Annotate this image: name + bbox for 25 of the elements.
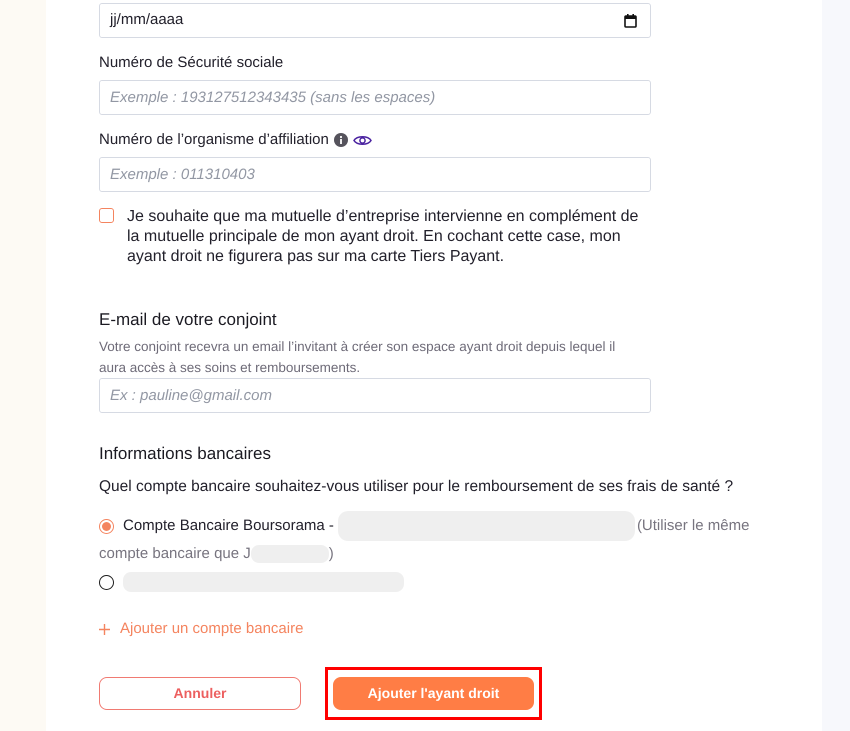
input-field[interactable]: Exemple : 011310403	[99, 157, 651, 192]
checkbox[interactable]	[99, 208, 114, 223]
field-label: Numéro de Sécurité sociale	[99, 53, 284, 73]
field-label: Numéro de l’organisme d’affiliation	[99, 130, 329, 150]
date-field[interactable]: jj/mm/aaaa	[99, 3, 651, 38]
account-label[interactable]: Compte Bancaire Boursorama -	[123, 514, 334, 538]
email-field[interactable]: Ex : pauline@gmail.com	[99, 378, 651, 413]
checkbox-label: Je souhaite que ma mutuelle d’entreprise intervienne en complément de la mutuelle principale de mon ayant droit. En cochant cette case, mon ayant droit ne figurera pas sur ma carte Tiers Payant.	[127, 207, 640, 267]
section-heading: Informations bancaires	[99, 443, 271, 465]
radio-button[interactable]	[99, 574, 114, 590]
account-note: )	[328, 544, 334, 564]
add-dependent-button[interactable]: Ajouter l'ayant droit	[333, 677, 534, 710]
account-note: (Utiliser le même	[636, 516, 750, 536]
eye-icon[interactable]	[352, 134, 372, 146]
add-account-link[interactable]: Ajouter un compte bancaire	[99, 619, 304, 639]
input-field[interactable]: Exemple : 193127512343435 (sans les espaces)	[99, 80, 651, 115]
info-icon[interactable]	[334, 133, 348, 147]
plus-icon	[99, 624, 110, 634]
account-note: compte bancaire que J	[99, 544, 251, 564]
section-heading: E-mail de votre conjoint	[99, 309, 277, 331]
bank-question: Quel compte bancaire souhaitez-vous utiliser pour le remboursement de ses frais de santé ?	[99, 477, 734, 497]
section-description: Votre conjoint recevra un email l’invitant à créer son espace ayant droit depuis lequel il aura accès à ses soins et remboursements.	[99, 338, 616, 377]
cancel-button[interactable]: Annuler	[99, 677, 301, 710]
radio-button[interactable]	[99, 518, 114, 534]
calendar-icon[interactable]	[624, 14, 637, 28]
